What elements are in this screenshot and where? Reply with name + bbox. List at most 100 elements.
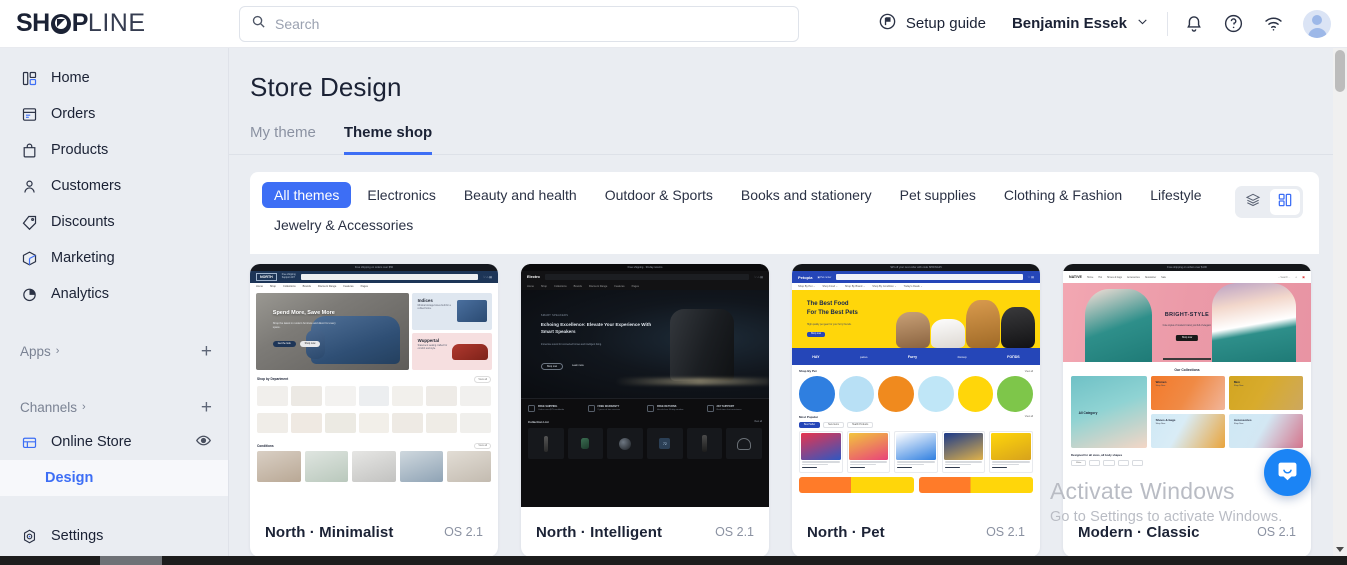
preview-hero-animals	[896, 297, 1036, 348]
preview-collection-card: Accessories Shop Now	[1228, 414, 1303, 448]
preview-section-link: View all	[474, 376, 491, 383]
scroll-down-arrow-icon[interactable]	[1336, 547, 1344, 552]
sidebar-item-home[interactable]: Home	[0, 60, 228, 96]
sidebar-item-label: Customers	[51, 178, 122, 194]
preview-brand: NAT/VE	[1069, 275, 1082, 279]
preview-hero-slider-indicator	[1163, 358, 1211, 360]
chevron-right-icon: ›	[82, 401, 86, 413]
filter-chip-lifestyle[interactable]: Lifestyle	[1138, 182, 1213, 208]
sidebar-item-marketing[interactable]: Marketing	[0, 240, 228, 276]
sidebar-item-design[interactable]: Design	[0, 460, 228, 496]
theme-card[interactable]: Free shipping · 30-day returns Electro ♡…	[521, 264, 769, 556]
preview-section-link: View all	[1024, 415, 1033, 419]
preview-announcement-bar: Free shipping on orders over $50	[250, 264, 498, 271]
filter-chip-electronics[interactable]: Electronics	[355, 182, 447, 208]
add-app-button[interactable]: +	[201, 342, 212, 361]
preview-section-link: View all	[754, 421, 762, 423]
preview-collection-card: Women Shop Now	[1150, 376, 1225, 410]
preview-promo-sub: Statement seating crafted for comfort an…	[417, 345, 448, 351]
preview-announcement-bar: Free shipping · 30-day returns	[521, 264, 769, 271]
filter-chip-clothing-fashion[interactable]: Clothing & Fashion	[992, 182, 1134, 208]
setup-guide-button[interactable]: Setup guide	[878, 12, 986, 35]
preview-feature-title: 24/7 SUPPORT	[716, 405, 735, 408]
preview-section-link: View all	[1024, 369, 1033, 373]
main-content: Store Design My theme Theme shop All the…	[229, 48, 1333, 556]
sidebar-item-products[interactable]: Products	[0, 132, 228, 168]
preview-hero-cta-secondary: Shop now	[299, 340, 321, 347]
tab-theme-shop[interactable]: Theme shop	[343, 124, 433, 155]
theme-card[interactable]: $25 off your next order with code SPRING…	[792, 264, 1040, 556]
sidebar-item-label: Analytics	[51, 286, 110, 302]
flag-icon	[878, 12, 897, 35]
sidebar-item-label: Online Store	[51, 434, 132, 450]
grid-icon	[1277, 192, 1293, 213]
sidebar-item-analytics[interactable]: Analytics	[0, 276, 228, 312]
preview-hero-sub: Cute styles of modern brand, just full o…	[1162, 324, 1212, 327]
preview-hero-cta: Get the look	[272, 340, 296, 347]
sidebar-item-online-store[interactable]: Online Store	[0, 424, 228, 460]
page-scrollbar[interactable]	[1333, 48, 1347, 556]
filter-chip-beauty-and-health[interactable]: Beauty and health	[452, 182, 589, 208]
bell-icon[interactable]	[1184, 14, 1204, 34]
store-icon	[20, 433, 38, 451]
sidebar-item-label: Settings	[51, 528, 104, 544]
preview-nav: Home Shop Collections Brands Discount Range F…	[521, 283, 769, 290]
filter-chip-jewelry-accessories[interactable]: Jewelry & Accessories	[262, 212, 425, 238]
preview-hero-cta: Shop now	[540, 363, 564, 371]
preview-hero-eyebrow: SMART SPEAKERS	[540, 313, 569, 317]
theme-card[interactable]: Free shipping on orders over $100 NAT/VE…	[1063, 264, 1311, 556]
filter-chip-books-and-stationery[interactable]: Books and stationery	[729, 182, 884, 208]
theme-card[interactable]: Free shipping on orders over $50 NORTH F…	[250, 264, 498, 556]
logo-light-text: LINE	[87, 9, 146, 37]
avatar[interactable]	[1303, 9, 1331, 38]
analytics-pie-icon	[20, 285, 38, 303]
grid-view-button[interactable]	[1270, 189, 1300, 215]
help-circle-icon[interactable]	[1223, 13, 1244, 34]
global-search[interactable]	[239, 5, 799, 42]
marketing-cube-icon	[20, 249, 38, 267]
preview-nav: Shop By Pet ⌄ Shop Food ⌄ Shop By Brand ⌄ S…	[792, 283, 1040, 290]
sidebar-section-channels[interactable]: Channels › +	[0, 390, 228, 424]
search-icon	[251, 14, 266, 34]
preview-announcement-bar: Free shipping on orders over $100	[1063, 264, 1311, 271]
theme-card-footer: Modern · Classic OS 2.1	[1063, 507, 1311, 556]
scrollbar-thumb[interactable]	[1335, 50, 1345, 92]
sidebar-item-orders[interactable]: Orders	[0, 96, 228, 132]
layers-icon	[1245, 192, 1261, 213]
category-filter-bar: All themes Electronics Beauty and health…	[250, 172, 1319, 254]
theme-preview-image: Free shipping on orders over $50 NORTH F…	[250, 264, 498, 507]
chat-launcher-button[interactable]	[1264, 449, 1311, 496]
preview-thermostat-value: 72	[659, 438, 671, 449]
chevron-down-icon	[1136, 15, 1149, 32]
preview-promo-image	[457, 299, 487, 322]
sidebar-item-discounts[interactable]: Discounts	[0, 204, 228, 240]
sidebar-section-apps[interactable]: Apps › +	[0, 334, 228, 368]
search-input[interactable]	[275, 15, 787, 32]
tab-my-theme[interactable]: My theme	[250, 124, 316, 155]
preview-footer-title: Designed for all sizes, all body shapes	[1071, 453, 1123, 457]
theme-version-badge: OS 2.1	[715, 525, 754, 539]
sidebar-item-label: Home	[51, 70, 90, 86]
sidebar-item-customers[interactable]: Customers	[0, 168, 228, 204]
theme-card-grid: Free shipping on orders over $50 NORTH F…	[229, 254, 1333, 556]
sidebar-item-settings[interactable]: Settings	[0, 518, 228, 554]
preview-hero: SMART SPEAKERS Echoing Excellence: Eleva…	[521, 290, 769, 398]
preview-store-eye-icon[interactable]	[195, 432, 212, 453]
preview-hero-cta-secondary: Learn more	[572, 364, 584, 367]
list-view-button[interactable]	[1238, 189, 1268, 215]
theme-card-footer: North · Pet OS 2.1	[792, 507, 1040, 556]
user-menu-button[interactable]: Benjamin Essek	[1012, 15, 1149, 32]
taskbar-item[interactable]	[100, 556, 162, 565]
chat-bubble-icon	[1275, 458, 1300, 488]
preview-hero-cta: Shop now	[1175, 335, 1199, 342]
filter-chip-all-themes[interactable]: All themes	[262, 182, 352, 208]
avatar-body	[1307, 27, 1327, 38]
sidebar: Home Orders Products Customers Discounts…	[0, 48, 229, 556]
shopline-logo[interactable]: SH P LINE	[0, 9, 230, 38]
add-channel-button[interactable]: +	[201, 398, 212, 417]
wifi-icon[interactable]	[1263, 13, 1284, 34]
preview-hero-sub: Shop the latest in modern furniture and …	[272, 322, 336, 330]
filter-chip-pet-supplies[interactable]: Pet supplies	[888, 182, 988, 208]
filter-chip-outdoor-sports[interactable]: Outdoor & Sports	[593, 182, 725, 208]
